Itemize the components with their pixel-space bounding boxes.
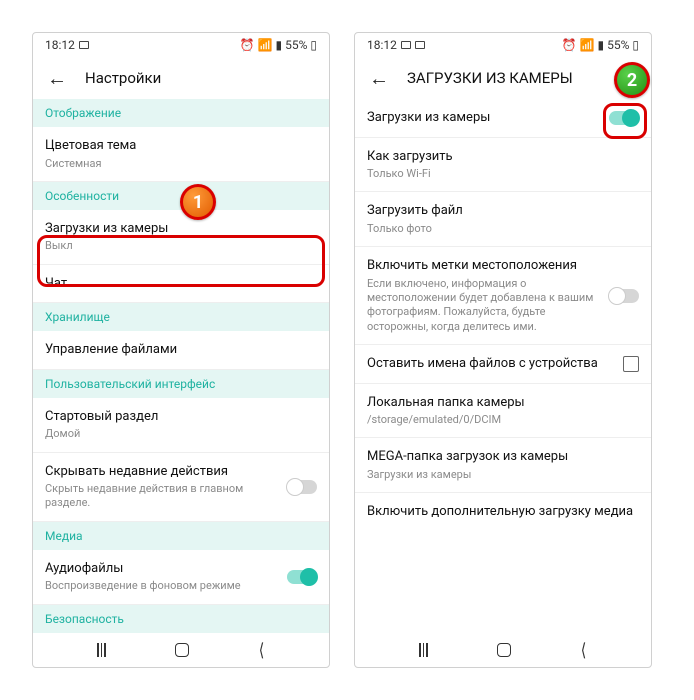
section-storage: Хранилище xyxy=(33,303,329,331)
status-bar: 18:12 ⏰ 📶 ▮ 55% ▯ xyxy=(33,33,329,57)
row-title: Включить метки местоположения xyxy=(367,257,599,275)
wifi-icon: 📶 xyxy=(258,38,273,52)
signal-icon: ▮ xyxy=(598,38,605,52)
row-title: Загрузки из камеры xyxy=(45,220,317,238)
row-title: MEGA-папка загрузок из камеры xyxy=(367,448,639,466)
row-title: Как загрузить xyxy=(367,148,639,166)
row-camera-uploads[interactable]: Загрузки из камеры Выкл xyxy=(33,210,329,265)
phone-right: 18:12 ⏰ 📶 ▮ 55% ▯ ← ЗАГРУЗКИ ИЗ КАМЕРЫ З… xyxy=(354,32,652,668)
back-icon[interactable]: ← xyxy=(47,68,67,88)
android-nav-bar: ⟨ xyxy=(355,633,651,667)
status-time: 18:12 xyxy=(367,38,397,52)
row-mega-folder[interactable]: MEGA-папка загрузок из камеры Загрузки и… xyxy=(355,438,651,493)
row-hide-recent[interactable]: Скрывать недавние действия Скрыть недавн… xyxy=(33,453,329,522)
status-bar: 18:12 ⏰ 📶 ▮ 55% ▯ xyxy=(355,33,651,57)
row-local-folder[interactable]: Локальная папка камеры /storage/emulated… xyxy=(355,384,651,439)
row-title: Стартовый раздел xyxy=(45,408,317,426)
app-bar: ← Настройки xyxy=(33,57,329,99)
toggle-hide-recent[interactable] xyxy=(287,480,317,494)
wifi-icon: 📶 xyxy=(580,38,595,52)
row-how-upload[interactable]: Как загрузить Только Wi-Fi xyxy=(355,138,651,193)
nav-home-icon[interactable] xyxy=(175,643,189,657)
toggle-camera-uploads[interactable] xyxy=(609,111,639,125)
row-color-theme[interactable]: Цветовая тема Системная xyxy=(33,127,329,182)
row-title: Локальная папка камеры xyxy=(367,394,639,412)
nav-recent-icon[interactable] xyxy=(419,643,428,657)
row-title: Цветовая тема xyxy=(45,137,317,155)
row-title: Аудиофайлы xyxy=(45,560,277,578)
row-camera-uploads-toggle[interactable]: Загрузки из камеры xyxy=(355,99,651,138)
alarm-icon: ⏰ xyxy=(562,38,577,52)
battery-icon: ▯ xyxy=(632,38,639,52)
row-sub: Воспроизведение в фоновом режиме xyxy=(45,579,277,593)
row-sub: Если включено, информация о местоположен… xyxy=(367,277,599,334)
alarm-icon: ⏰ xyxy=(240,38,255,52)
row-file-management[interactable]: Управление файлами xyxy=(33,331,329,370)
battery-text: 55% xyxy=(607,38,629,52)
row-sub: Только фото xyxy=(367,222,639,236)
row-sub: Загрузки из камеры xyxy=(367,468,639,482)
row-sub: Домой xyxy=(45,427,317,441)
nav-back-icon[interactable]: ⟨ xyxy=(580,640,586,661)
section-display: Отображение xyxy=(33,99,329,127)
camera-uploads-list[interactable]: Загрузки из камеры Как загрузить Только … xyxy=(355,99,651,633)
nav-back-icon[interactable]: ⟨ xyxy=(258,640,264,661)
battery-icon: ▯ xyxy=(310,38,317,52)
screenshot-icon xyxy=(79,41,89,49)
row-title: Управление файлами xyxy=(45,341,317,359)
row-audio[interactable]: Аудиофайлы Воспроизведение в фоновом реж… xyxy=(33,550,329,605)
app-bar: ← ЗАГРУЗКИ ИЗ КАМЕРЫ xyxy=(355,57,651,99)
android-nav-bar: ⟨ xyxy=(33,633,329,667)
settings-list[interactable]: Отображение Цветовая тема Системная Особ… xyxy=(33,99,329,633)
page-title: Настройки xyxy=(85,69,161,87)
row-title: Включить дополнительную загрузку медиа xyxy=(367,503,639,521)
battery-text: 55% xyxy=(285,38,307,52)
row-chat[interactable]: Чат xyxy=(33,265,329,304)
screenshot-icon-2 xyxy=(415,41,425,49)
status-time: 18:12 xyxy=(45,38,75,52)
step-badge-2: 2 xyxy=(614,62,650,98)
checkbox-keep-names[interactable] xyxy=(623,356,639,372)
toggle-audio[interactable] xyxy=(287,570,317,584)
row-sub: /storage/emulated/0/DCIM xyxy=(367,413,639,427)
row-sub: Скрыть недавние действия в главном разде… xyxy=(45,482,277,511)
screenshot-icon xyxy=(401,41,411,49)
row-title: Загрузки из камеры xyxy=(367,109,599,127)
row-title: Загрузить файл xyxy=(367,202,639,220)
back-icon[interactable]: ← xyxy=(369,68,389,88)
row-title: Оставить имена файлов с устройства xyxy=(367,355,613,373)
row-extra-upload[interactable]: Включить дополнительную загрузку медиа xyxy=(355,493,651,531)
row-sub: Системная xyxy=(45,157,317,171)
page-title: ЗАГРУЗКИ ИЗ КАМЕРЫ xyxy=(407,69,573,87)
nav-home-icon[interactable] xyxy=(497,643,511,657)
row-title: Скрывать недавние действия xyxy=(45,463,277,481)
section-ui: Пользовательский интерфейс xyxy=(33,370,329,398)
badge-number: 1 xyxy=(193,192,203,213)
row-upload-file[interactable]: Загрузить файл Только фото xyxy=(355,192,651,247)
section-media: Медиа xyxy=(33,522,329,550)
row-geo-tags[interactable]: Включить метки местоположения Если включ… xyxy=(355,247,651,345)
row-sub: Выкл xyxy=(45,239,317,253)
badge-number: 2 xyxy=(627,70,637,91)
phone-left: 18:12 ⏰ 📶 ▮ 55% ▯ ← Настройки Отображени… xyxy=(32,32,330,668)
toggle-geo-tags[interactable] xyxy=(609,289,639,303)
nav-recent-icon[interactable] xyxy=(97,643,106,657)
signal-icon: ▮ xyxy=(276,38,283,52)
section-security: Безопасность xyxy=(33,605,329,633)
row-title: Чат xyxy=(45,275,317,293)
row-keep-names[interactable]: Оставить имена файлов с устройства xyxy=(355,345,651,384)
step-badge-1: 1 xyxy=(180,184,216,220)
row-sub: Только Wi-Fi xyxy=(367,167,639,181)
row-start-section[interactable]: Стартовый раздел Домой xyxy=(33,398,329,453)
